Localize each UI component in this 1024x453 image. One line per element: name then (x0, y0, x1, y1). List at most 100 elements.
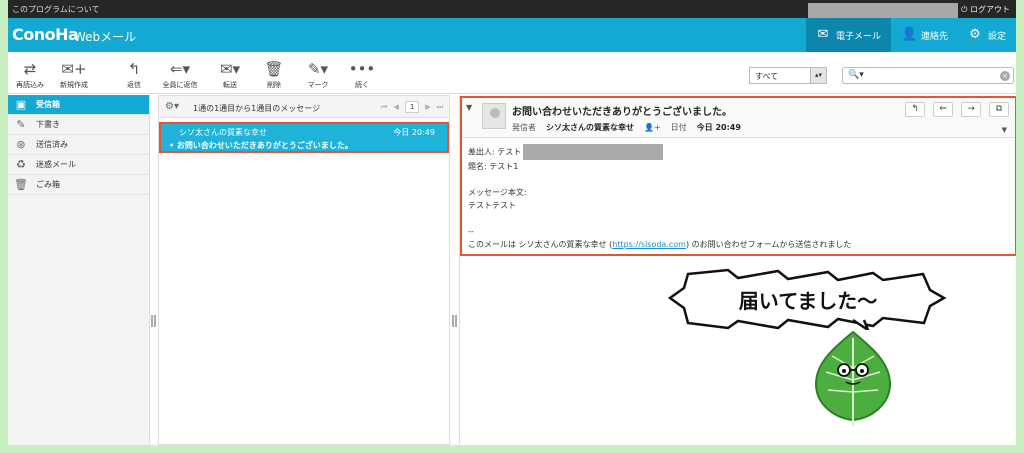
add-contact-icon[interactable]: 👤+ (644, 123, 661, 132)
refresh-icon: ⇄ (23, 60, 37, 78)
pencil-icon: ✎ (16, 118, 26, 131)
clear-search-icon[interactable]: × (1000, 71, 1010, 81)
footer-post: ) のお問い合わせフォームから送信されました (685, 240, 852, 249)
page-number[interactable]: 1 (404, 101, 420, 113)
sent-icon: ⊛ (16, 138, 26, 151)
search-input[interactable]: 🔍▾ × (842, 67, 1014, 84)
sender-line-text: 差出人: テスト (468, 147, 522, 157)
header-nav: ✉ 電子メール 👤 連絡先 ⚙ 設定 (805, 18, 1016, 52)
first-page-icon[interactable]: ⏮ (381, 103, 387, 112)
footer-pre: このメールは シソ太さんの質素な幸せ ( (468, 240, 613, 249)
from-value[interactable]: シソ太さんの質素な幸せ (546, 122, 634, 133)
select-arrow-icon: ▴▾ (810, 68, 826, 83)
more-icon: ••• (348, 60, 376, 78)
body-label: メッセージ本文: (468, 188, 527, 197)
message-list: ⚙▾ 1通の1通目から1通目のメッセージ ⏮ ◀ 1 ▶ ⏭ シソ太さんの質素な… (158, 95, 450, 445)
logout-label: ログアウト (970, 5, 1010, 14)
spam-icon: ♻ (16, 158, 26, 171)
logout-link[interactable]: ⏻ ログアウト (961, 4, 1010, 15)
site-link[interactable]: https://sisoda.com (612, 240, 686, 249)
nav-contacts[interactable]: 👤 連絡先 (891, 18, 958, 52)
open-window-icon[interactable]: ⧉ (989, 102, 1009, 117)
reply-icon: ↰ (127, 60, 141, 78)
more-label: 続く (355, 81, 369, 89)
next-page-icon[interactable]: ▶ (425, 103, 430, 111)
search-icon: 🔍▾ (848, 70, 864, 80)
delete-button[interactable]: 🗑 削除 (252, 60, 296, 90)
more-button[interactable]: ••• 続く (340, 60, 384, 90)
list-splitter[interactable] (451, 95, 459, 445)
filter-select[interactable]: すべて ▴▾ (749, 67, 827, 84)
shiso-leaf-mascot-icon (814, 330, 892, 426)
redacted-block (523, 144, 664, 160)
speech-text: 届いてました〜 (738, 288, 878, 313)
splitter-grip[interactable] (151, 315, 156, 327)
message-subject-text: お問い合わせいただきありがとうございました。 (176, 141, 353, 150)
mail-subject: お問い合わせいただきありがとうございました。 (512, 107, 732, 118)
folder-inbox[interactable]: ▣ 受信箱 (8, 95, 149, 115)
folder-label: ごみ箱 (36, 180, 60, 189)
folder-spam[interactable]: ♻ 迷惑メール (8, 155, 149, 175)
envelope-icon: ✉ (817, 27, 829, 42)
mail-actions: ↰ ⇐ → ⧉ (905, 102, 1009, 117)
splitter-grip[interactable] (452, 315, 457, 327)
mark-icon: ✎▾ (307, 60, 329, 78)
reply-button[interactable]: ↰ 返信 (112, 60, 156, 90)
nav-settings[interactable]: ⚙ 設定 (958, 18, 1016, 52)
reply-all-label: 全員に返信 (162, 81, 198, 89)
nav-settings-label: 設定 (987, 31, 1006, 42)
top-strip: このプログラムについて ⏻ ログアウト (8, 0, 1016, 20)
folder-label: 受信箱 (36, 100, 60, 109)
reply-label: 返信 (127, 81, 141, 89)
list-options-gear-icon[interactable]: ⚙▾ (165, 101, 179, 112)
person-icon: 👤 (900, 27, 918, 42)
reply-all-icon: ⇐▾ (169, 60, 191, 78)
nav-email[interactable]: ✉ 電子メール (805, 18, 891, 52)
folder-drafts[interactable]: ✎ 下書き (8, 115, 149, 135)
nav-contacts-label: 連絡先 (920, 31, 948, 42)
about-program-link[interactable]: このプログラムについて (12, 4, 100, 15)
prev-page-icon[interactable]: ◀ (393, 103, 398, 111)
date-label: 日付 (670, 123, 687, 132)
mail-meta: 発信者 シソ太さんの質素な幸せ 👤+ 日付 今日 20:49 (512, 122, 741, 133)
forward-icon: ✉▾ (219, 60, 241, 78)
inbox-icon: ▣ (15, 98, 27, 111)
more-headers-icon[interactable]: ▼ (1002, 126, 1007, 134)
message-row[interactable]: シソ太さんの質素な幸せ 今日 20:49 • お問い合わせいただきありがとうござ… (159, 122, 449, 153)
folder-sidebar: ▣ 受信箱 ✎ 下書き ⊛ 送信済み ♻ 迷惑メール 🗑 ごみ箱 (8, 95, 150, 445)
mail-header: ▼ お問い合わせいただきありがとうございました。 発信者 シソ太さんの質素な幸せ… (462, 98, 1015, 138)
message-from: シソ太さんの質素な幸せ (179, 128, 267, 137)
message-list-header: ⚙▾ 1通の1通目から1通目のメッセージ ⏮ ◀ 1 ▶ ⏭ (159, 96, 449, 118)
title-line: 題名: テスト1 (468, 162, 519, 171)
app-name: Webメール (74, 30, 137, 44)
compose-button[interactable]: ✉+ 新規作成 (52, 60, 96, 90)
conoha-logo[interactable]: ConoHa (12, 25, 79, 44)
mail-body: 差出人: テスト 題名: テスト1 メッセージ本文: テストテスト -- このメ… (462, 138, 1015, 257)
sender-line: 差出人: テスト (468, 144, 1009, 160)
body-text: テストテスト (468, 201, 516, 210)
webmail-window: このプログラムについて ⏻ ログアウト ConoHa Webメール ✉ 電子メー… (8, 0, 1016, 445)
reply-icon[interactable]: ↰ (905, 102, 925, 117)
nav-email-label: 電子メール (835, 31, 881, 42)
forward-icon[interactable]: → (961, 102, 981, 117)
reply-all-icon[interactable]: ⇐ (933, 102, 953, 117)
collapse-caret-icon[interactable]: ▼ (466, 103, 472, 112)
message-count: 1通の1通目から1通目のメッセージ (193, 104, 321, 113)
mark-label: マーク (307, 81, 329, 89)
last-page-icon[interactable]: ⏭ (437, 103, 443, 112)
filter-value: すべて (755, 72, 779, 81)
trash-icon: 🗑 (264, 60, 284, 78)
toolbar: ⇄ 再読込み ✉+ 新規作成 ↰ 返信 ⇐▾ 全員に返信 ✉▾ 転送 🗑 削除 … (8, 52, 1016, 94)
refresh-label: 再読込み (16, 81, 44, 89)
reply-all-button[interactable]: ⇐▾ 全員に返信 (158, 60, 202, 90)
app-header: ConoHa Webメール ✉ 電子メール 👤 連絡先 ⚙ 設定 (8, 18, 1016, 52)
gear-icon: ⚙ (969, 27, 981, 42)
folder-sent[interactable]: ⊛ 送信済み (8, 135, 149, 155)
mark-button[interactable]: ✎▾ マーク (296, 60, 340, 90)
refresh-button[interactable]: ⇄ 再読込み (8, 60, 52, 90)
folder-trash[interactable]: 🗑 ごみ箱 (8, 175, 149, 195)
folder-label: 送信済み (36, 140, 68, 149)
forward-button[interactable]: ✉▾ 転送 (208, 60, 252, 90)
sidebar-splitter[interactable] (150, 95, 158, 445)
from-label: 発信者 (512, 123, 536, 132)
